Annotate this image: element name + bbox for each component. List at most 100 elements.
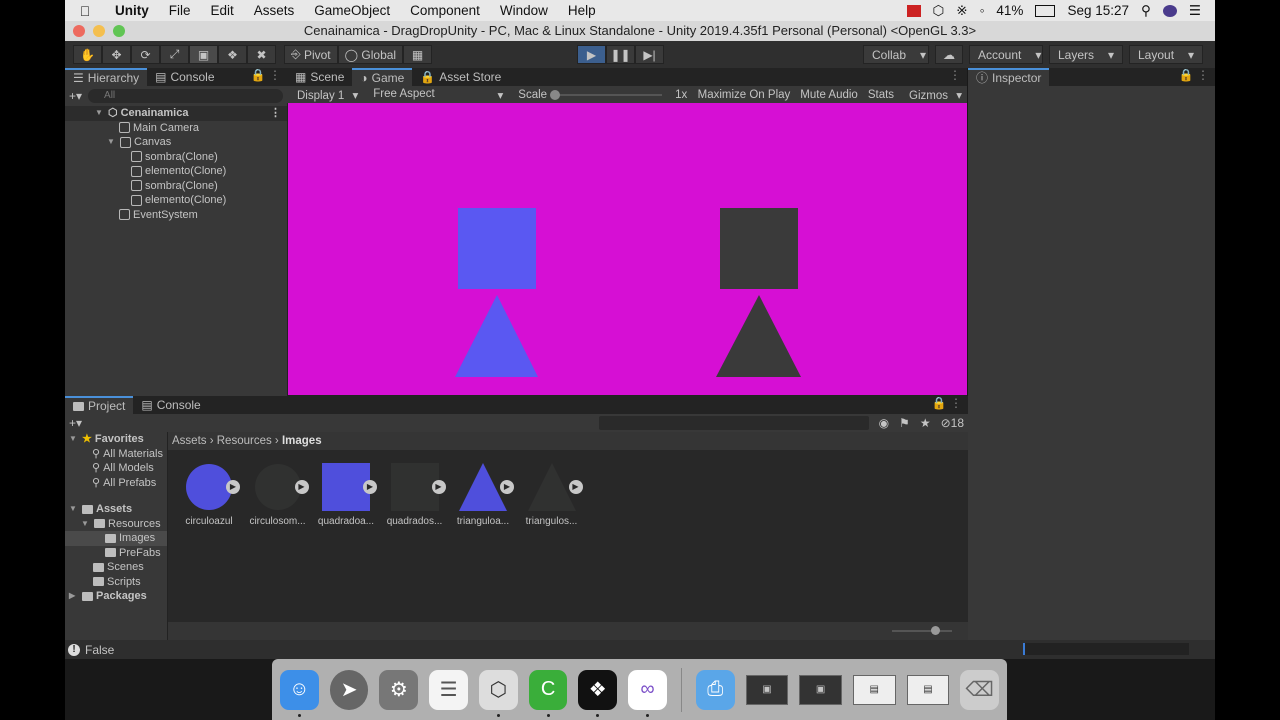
breadcrumb-item[interactable]: Resources	[217, 435, 272, 447]
hierarchy-item[interactable]: EventSystem	[65, 208, 287, 223]
unity-editor-icon[interactable]: ❖	[578, 669, 618, 717]
expand-sprite-icon[interactable]: ▶	[363, 480, 377, 494]
status-message[interactable]: False	[85, 643, 114, 657]
asset-item[interactable]: ▶ trianguloa...	[452, 460, 521, 527]
hand-tool-icon[interactable]: ✋	[73, 45, 102, 64]
finder-icon[interactable]: ☺	[280, 669, 319, 717]
slider-thumb[interactable]	[931, 626, 940, 635]
minimized-window-1-icon[interactable]: ▣	[745, 674, 789, 705]
folder-scenes[interactable]: Scenes	[65, 560, 167, 575]
camtasia-icon[interactable]: C	[528, 669, 568, 717]
tab-scene[interactable]: ▦ Scene	[287, 68, 352, 86]
visual-studio-icon[interactable]: ∞	[628, 669, 667, 717]
wifi-icon[interactable]: ◦	[980, 3, 985, 18]
zoom-window-button[interactable]	[113, 25, 125, 37]
asset-thumbnail[interactable]: ▶	[178, 460, 240, 514]
minimized-window-4-icon[interactable]: ▤	[906, 674, 950, 705]
menu-component[interactable]: Component	[400, 3, 490, 18]
favorite-star-icon[interactable]: ★	[920, 416, 931, 430]
asset-item[interactable]: ▶ quadradoa...	[315, 460, 384, 527]
panel-menu-icon[interactable]: 🔒 ⋮	[1179, 68, 1215, 86]
gizmos-dropdown[interactable]: Gizmos ▾	[899, 88, 967, 102]
tab-console[interactable]: ▤ Console	[133, 396, 208, 414]
asset-thumbnail[interactable]: ▶	[521, 460, 583, 514]
hierarchy-item[interactable]: sombra(Clone)	[65, 150, 287, 165]
menu-file[interactable]: File	[159, 3, 201, 18]
unity-status-icon[interactable]: ⬡	[933, 3, 945, 19]
hierarchy-item[interactable]: elemento(Clone)	[65, 164, 287, 179]
search-by-type-icon[interactable]: ◉	[879, 416, 889, 430]
folder-resources[interactable]: ▼ Resources	[65, 517, 167, 532]
asset-thumbnail[interactable]: ▶	[452, 460, 514, 514]
favorite-item[interactable]: ⚲ All Models	[65, 461, 167, 476]
display-dropdown[interactable]: Display 1 ▾	[287, 88, 363, 102]
add-icon[interactable]: +▾	[69, 89, 82, 103]
packages-node[interactable]: ▶ Packages	[65, 589, 167, 604]
move-tool-icon[interactable]: ✥	[102, 45, 131, 64]
minimized-window-2-icon[interactable]: ▣	[799, 674, 842, 705]
asset-thumbnail[interactable]: ▶	[315, 460, 377, 514]
panel-menu-icon[interactable]: ⋮	[949, 68, 967, 86]
maximize-on-play-toggle[interactable]: Maximize On Play	[693, 89, 796, 101]
minimized-window-3-icon[interactable]: ▤	[852, 674, 896, 705]
expand-arrow-icon[interactable]: ▼	[69, 502, 79, 517]
apple-icon[interactable]: 	[65, 3, 105, 19]
hierarchy-item[interactable]: sombra(Clone)	[65, 179, 287, 194]
system-preferences-icon[interactable]: ⚙	[379, 669, 419, 710]
folder-prefabs[interactable]: PreFabs	[65, 546, 167, 561]
expand-arrow-icon[interactable]: ▼	[95, 106, 105, 121]
mute-audio-toggle[interactable]: Mute Audio	[795, 89, 863, 101]
pivot-toggle[interactable]: ⎆ Pivot	[284, 45, 338, 64]
tab-asset-store[interactable]: 🔒 Asset Store	[412, 68, 509, 86]
layers-dropdown[interactable]: Layers ▾	[1049, 45, 1123, 64]
launchpad-icon[interactable]: ➤	[329, 669, 369, 710]
expand-arrow-icon[interactable]: ▼	[69, 432, 79, 447]
close-window-button[interactable]	[73, 25, 85, 37]
asset-thumbnail[interactable]: ▶	[247, 460, 309, 514]
breadcrumb-current[interactable]: Images	[282, 435, 322, 447]
hierarchy-item[interactable]: elemento(Clone)	[65, 193, 287, 208]
icon-size-slider[interactable]	[892, 626, 952, 635]
project-search-input[interactable]	[598, 416, 869, 430]
hierarchy-root[interactable]: ▼ ⬡ Cenainamica ⋮	[65, 106, 287, 121]
step-button[interactable]: ▶|	[635, 45, 664, 64]
custom-tool-icon[interactable]: ✖	[247, 45, 276, 64]
account-dropdown[interactable]: Account ▾	[969, 45, 1043, 64]
asset-item[interactable]: ▶ circulosom...	[247, 460, 316, 527]
menu-help[interactable]: Help	[558, 3, 606, 18]
tab-game[interactable]: ◑ Game	[352, 68, 413, 86]
asset-thumbnail[interactable]: ▶	[384, 460, 446, 514]
favorites-node[interactable]: ▼ ★ Favorites	[65, 432, 167, 447]
grid-snap-icon[interactable]: ▦	[403, 45, 433, 64]
bluetooth-icon[interactable]: ※	[956, 3, 967, 19]
expand-arrow-icon[interactable]: ▶	[69, 589, 79, 604]
scale-tool-icon[interactable]: ⤢	[160, 45, 189, 64]
menu-app[interactable]: Unity	[105, 3, 159, 18]
assets-node[interactable]: ▼ Assets	[65, 502, 167, 517]
siri-icon[interactable]	[1162, 4, 1177, 17]
add-icon[interactable]: +▾	[69, 416, 82, 430]
expand-sprite-icon[interactable]: ▶	[568, 480, 583, 494]
panel-menu-icon[interactable]: 🔒 ⋮	[932, 396, 968, 414]
asset-item[interactable]: ▶ circuloazul	[178, 460, 247, 527]
menu-window[interactable]: Window	[490, 3, 558, 18]
reminders-icon[interactable]: ☰	[429, 669, 468, 710]
menu-edit[interactable]: Edit	[201, 3, 244, 18]
hierarchy-search-input[interactable]: All	[88, 89, 283, 103]
transform-tool-icon[interactable]: ❖	[218, 45, 247, 64]
hierarchy-item[interactable]: ▼ Canvas	[65, 135, 287, 150]
expand-sprite-icon[interactable]: ▶	[294, 480, 309, 494]
expand-sprite-icon[interactable]: ▶	[226, 480, 240, 494]
asset-item[interactable]: ▶ quadrados...	[384, 460, 453, 527]
tab-project[interactable]: Project	[65, 396, 134, 414]
battery-icon[interactable]	[1035, 4, 1056, 17]
menu-assets[interactable]: Assets	[244, 3, 305, 18]
breadcrumb-item[interactable]: Assets	[172, 435, 207, 447]
scale-slider[interactable]	[550, 89, 663, 100]
downloads-folder-icon[interactable]: ⎙	[695, 669, 735, 710]
folder-images[interactable]: Images	[65, 531, 167, 546]
favorite-item[interactable]: ⚲ All Materials	[65, 447, 167, 462]
global-toggle[interactable]: ◯ Global	[337, 45, 404, 64]
spotlight-search-icon[interactable]: ⚲	[1141, 3, 1151, 19]
asset-item[interactable]: ▶ triangulos...	[521, 460, 590, 527]
